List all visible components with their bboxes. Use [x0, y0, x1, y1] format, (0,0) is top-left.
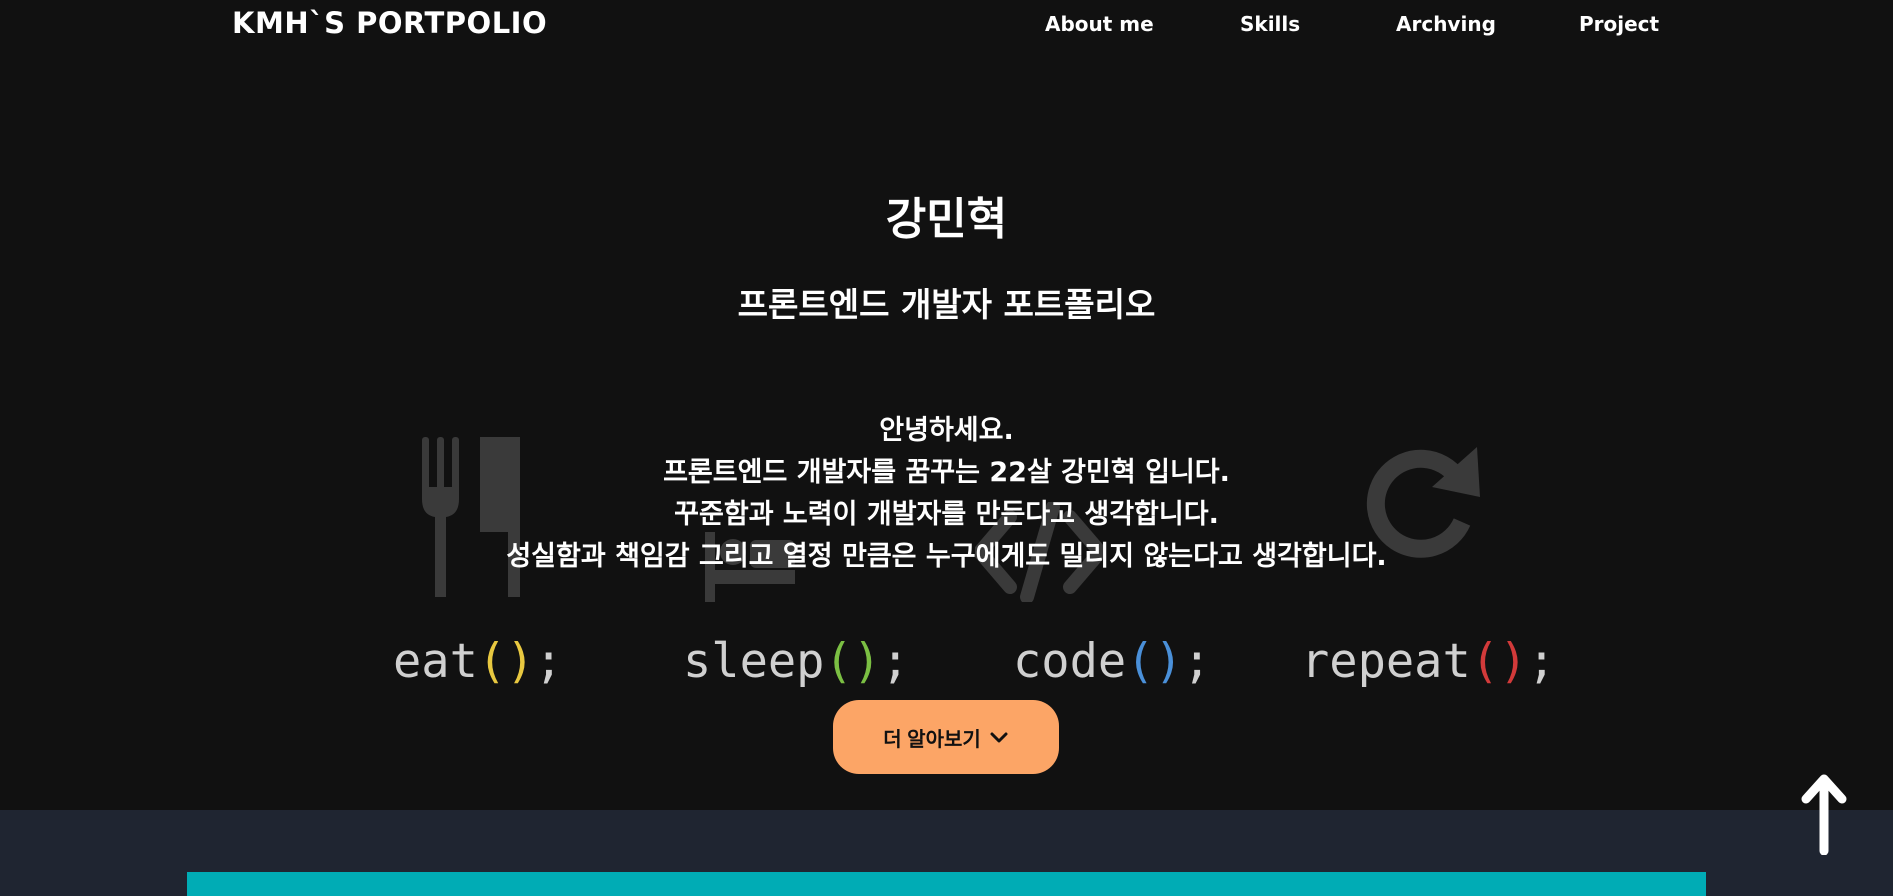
header: KMH`S PORTPOLIO About me Skills Archving… — [0, 0, 1893, 52]
section-title-bar — [187, 872, 1706, 896]
nav-item-skills[interactable]: Skills — [1240, 12, 1300, 36]
motto-eat: eat(); — [393, 634, 563, 689]
motto-paren: () — [477, 634, 535, 689]
hero-intro: 안녕하세요. 프론트엔드 개발자를 꿈꾸는 22살 강민혁 입니다. 꾸준함과 … — [0, 410, 1893, 578]
motto-word: code — [1013, 634, 1127, 689]
nav-item-archiving[interactable]: Archving — [1396, 12, 1496, 36]
intro-line: 꾸준함과 노력이 개발자를 만든다고 생각합니다. — [674, 499, 1219, 530]
motto-semicolon: ; — [881, 634, 910, 689]
motto-row: eat(); sleep(); code(); repeat(); — [0, 634, 1893, 694]
hero-name: 강민혁 — [885, 194, 1008, 245]
nav-item-about-me[interactable]: About me — [1045, 12, 1154, 36]
motto-word: repeat — [1301, 634, 1471, 689]
learn-more-label: 더 알아보기 — [883, 728, 981, 751]
intro-line: 성실함과 책임감 그리고 열정 만큼은 누구에게도 밀리지 않는다고 생각합니다… — [506, 541, 1387, 572]
chevron-down-icon — [990, 732, 1008, 743]
hero-subtitle: 프론트엔드 개발자 포트폴리오 — [737, 285, 1156, 324]
hero-section: 강민혁 프론트엔드 개발자 포트폴리오 안녕하세요. 프론트엔드 개발자를 꿈꾸… — [0, 52, 1893, 810]
motto-paren: () — [1470, 634, 1528, 689]
page: KMH`S PORTPOLIO About me Skills Archving… — [0, 0, 1893, 896]
motto-word: sleep — [683, 634, 825, 689]
motto-paren: () — [824, 634, 882, 689]
scroll-to-top-arrow-icon[interactable] — [1800, 771, 1848, 855]
motto-paren: () — [1126, 634, 1183, 689]
main-nav: About me Skills Archving Project — [0, 12, 1893, 42]
motto-sleep: sleep(); — [683, 634, 909, 689]
learn-more-button[interactable]: 더 알아보기 — [833, 700, 1059, 774]
motto-word: eat — [393, 634, 478, 689]
nav-item-project[interactable]: Project — [1579, 12, 1659, 36]
motto-repeat: repeat(); — [1301, 634, 1556, 689]
motto-code: code(); — [1013, 634, 1211, 689]
motto-semicolon: ; — [1527, 634, 1556, 689]
about-section — [0, 810, 1893, 896]
motto-semicolon: ; — [1182, 634, 1212, 689]
intro-line: 안녕하세요. — [879, 415, 1014, 446]
intro-line: 프론트엔드 개발자를 꿈꾸는 22살 강민혁 입니다. — [663, 457, 1230, 488]
motto-semicolon: ; — [534, 634, 563, 689]
